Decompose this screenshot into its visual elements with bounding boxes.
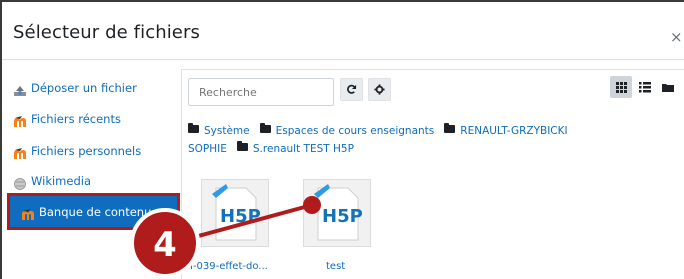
annotation-pointer-dot	[303, 196, 321, 214]
annotation-overlay: 4	[130, 196, 321, 278]
annotation-step-number: 4	[153, 225, 177, 265]
annotation-pointer-line	[179, 203, 313, 243]
